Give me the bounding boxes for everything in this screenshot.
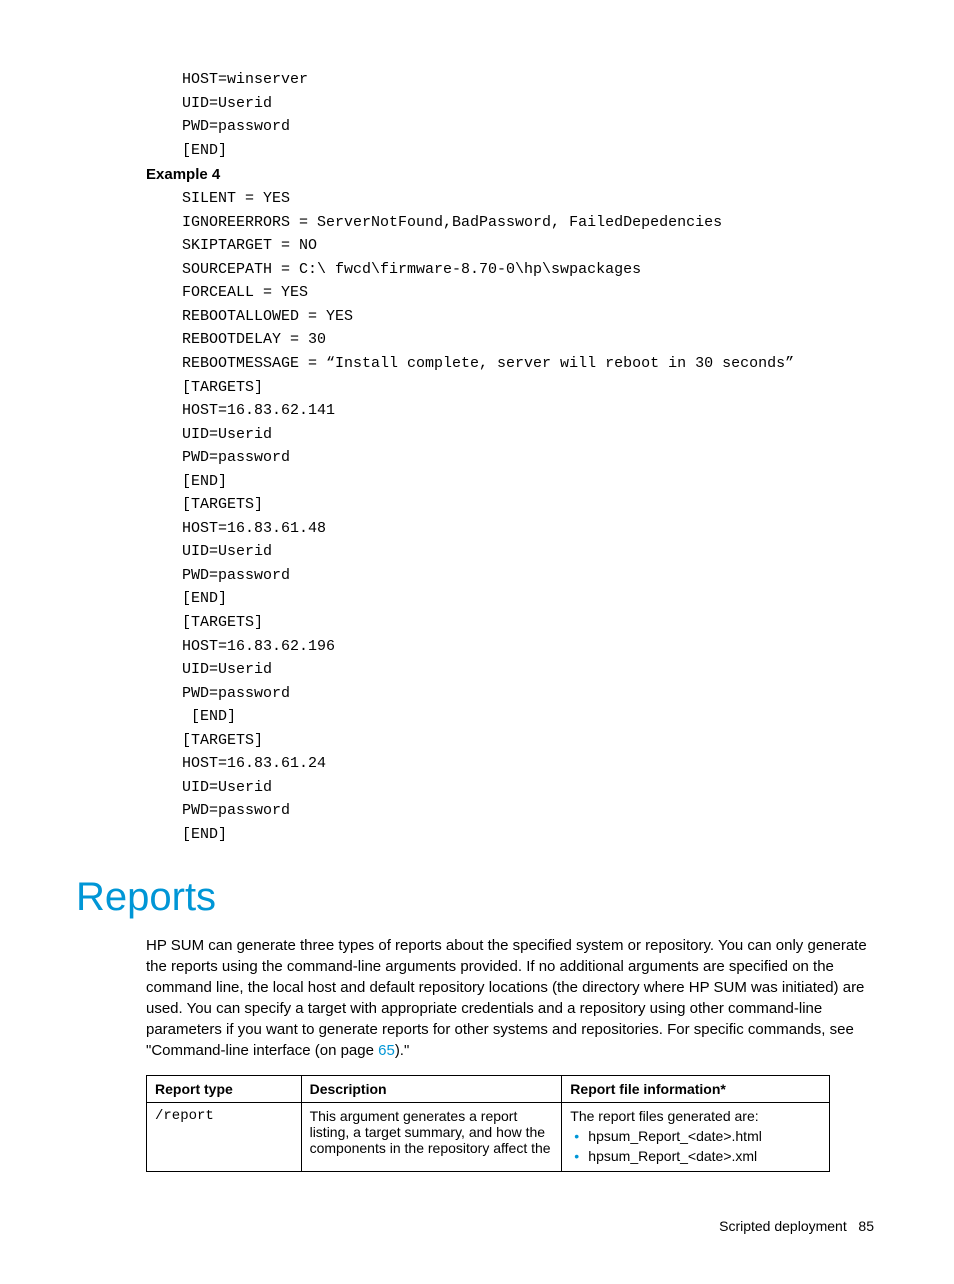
cell-report-type: /report <box>147 1102 302 1172</box>
file-list: hpsum_Report_<date>.html hpsum_Report_<d… <box>570 1126 821 1167</box>
file-intro-text: The report files generated are: <box>570 1108 758 1124</box>
reports-paragraph-pre: HP SUM can generate three types of repor… <box>146 937 867 1059</box>
cell-report-file-info: The report files generated are: hpsum_Re… <box>562 1102 830 1172</box>
example-4-heading: Example 4 <box>146 166 878 183</box>
list-item: hpsum_Report_<date>.xml <box>570 1146 821 1166</box>
th-description: Description <box>301 1075 562 1102</box>
reports-paragraph: HP SUM can generate three types of repor… <box>146 935 878 1061</box>
table-row: /report This argument generates a report… <box>147 1102 830 1172</box>
cell-description: This argument generates a report listing… <box>301 1102 562 1172</box>
page-link-65[interactable]: 65 <box>378 1042 395 1059</box>
reports-paragraph-post: )." <box>395 1042 410 1059</box>
code-block-example3-tail: HOST=winserver UID=Userid PWD=password [… <box>182 68 878 162</box>
reports-table: Report type Description Report file info… <box>146 1075 830 1173</box>
th-report-file-info: Report file information* <box>562 1075 830 1102</box>
list-item: hpsum_Report_<date>.html <box>570 1126 821 1146</box>
page-footer: Scripted deployment 85 <box>76 1218 878 1234</box>
th-report-type: Report type <box>147 1075 302 1102</box>
code-block-example4: SILENT = YES IGNOREERRORS = ServerNotFou… <box>182 187 878 846</box>
footer-page-number: 85 <box>858 1218 874 1234</box>
section-heading-reports: Reports <box>76 875 878 920</box>
footer-section-name: Scripted deployment <box>719 1218 847 1234</box>
document-page: HOST=winserver UID=Userid PWD=password [… <box>0 0 954 1284</box>
table-header-row: Report type Description Report file info… <box>147 1075 830 1102</box>
